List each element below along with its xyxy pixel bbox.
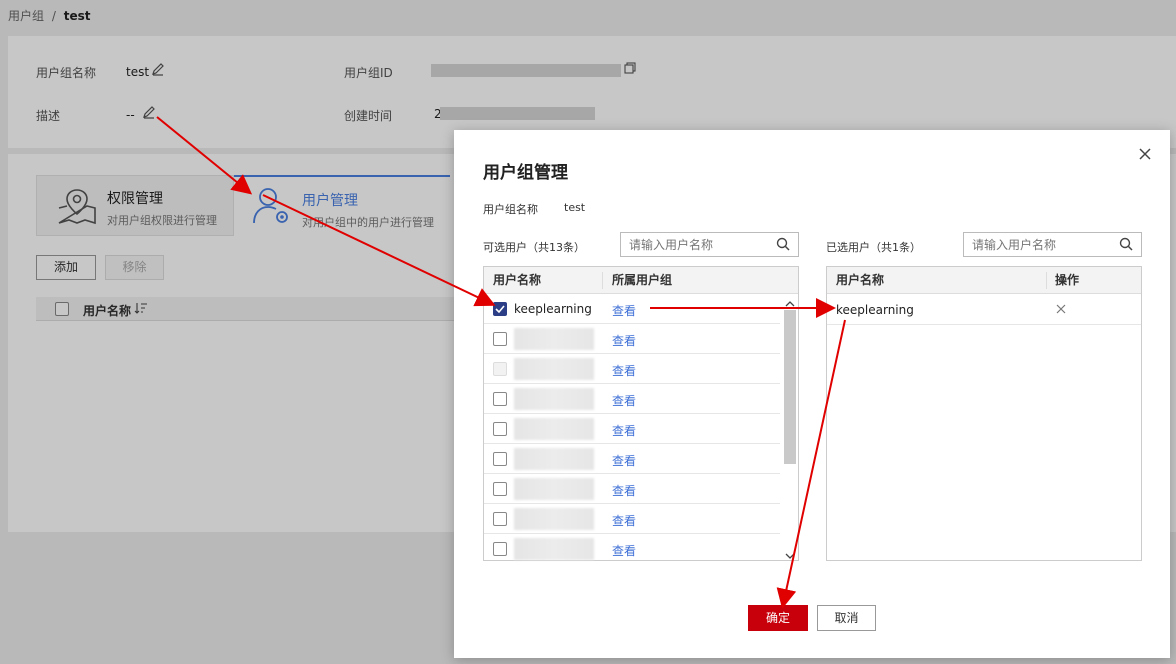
available-username: keeplearning xyxy=(514,302,592,316)
available-users-label: 可选用户（共13条） xyxy=(483,241,585,254)
row-checkbox[interactable] xyxy=(493,482,507,496)
available-username-redacted xyxy=(514,388,594,410)
search-icon[interactable] xyxy=(776,237,790,251)
available-row[interactable]: 查看 xyxy=(484,534,780,560)
available-username-redacted xyxy=(514,478,594,500)
available-username-redacted xyxy=(514,418,594,440)
selected-row: keeplearning xyxy=(827,294,1141,325)
dialog-group-label: 用户组名称 xyxy=(483,203,538,216)
view-groups-link[interactable]: 查看 xyxy=(612,482,636,499)
available-username-redacted xyxy=(514,328,594,350)
available-search[interactable] xyxy=(620,232,799,257)
row-checkbox[interactable] xyxy=(493,512,507,526)
view-groups-link[interactable]: 查看 xyxy=(612,422,636,439)
available-row[interactable]: 查看 xyxy=(484,474,780,504)
col-selected-action: 操作 xyxy=(1055,273,1080,287)
confirm-button[interactable]: 确定 xyxy=(748,605,808,631)
available-row[interactable]: 查看 xyxy=(484,504,780,534)
available-row[interactable]: 查看 xyxy=(484,414,780,444)
available-username-redacted xyxy=(514,448,594,470)
col-selected-username: 用户名称 xyxy=(836,273,885,287)
available-table-header: 用户名称 所属用户组 xyxy=(484,267,798,294)
row-checkbox-disabled xyxy=(493,362,507,376)
selected-search[interactable] xyxy=(963,232,1142,257)
available-row[interactable]: 查看 xyxy=(484,444,780,474)
search-icon[interactable] xyxy=(1119,237,1133,251)
view-groups-link[interactable]: 查看 xyxy=(612,302,636,319)
view-groups-link[interactable]: 查看 xyxy=(612,332,636,349)
selected-users-label: 已选用户（共1条） xyxy=(826,241,921,254)
scrollbar-thumb[interactable] xyxy=(784,310,796,464)
scroll-up-icon[interactable] xyxy=(785,297,795,311)
row-checkbox[interactable] xyxy=(493,452,507,466)
col-available-username: 用户名称 xyxy=(493,273,542,287)
available-row[interactable]: 查看 xyxy=(484,384,780,414)
available-row[interactable]: 查看 xyxy=(484,354,780,384)
row-checkbox[interactable] xyxy=(493,392,507,406)
dialog-title: 用户组管理 xyxy=(483,163,568,183)
row-checkbox[interactable] xyxy=(493,542,507,556)
view-groups-link[interactable]: 查看 xyxy=(612,362,636,379)
selected-table-header: 用户名称 操作 xyxy=(827,267,1141,294)
user-group-dialog: 用户组管理 用户组名称 test 可选用户（共13条） 用户名称 所属用户组 k… xyxy=(454,130,1170,658)
available-users-panel: 用户名称 所属用户组 keeplearning 查看 查看 查看 查看 查看 查… xyxy=(483,266,799,561)
available-search-input[interactable] xyxy=(629,234,769,255)
selected-username: keeplearning xyxy=(836,303,914,317)
selected-search-input[interactable] xyxy=(972,234,1112,255)
cancel-button[interactable]: 取消 xyxy=(817,605,876,631)
available-username-redacted xyxy=(514,358,594,380)
checkbox-checked[interactable] xyxy=(493,302,507,316)
row-checkbox[interactable] xyxy=(493,332,507,346)
remove-x-icon[interactable] xyxy=(1056,303,1066,317)
available-username-redacted xyxy=(514,538,594,560)
view-groups-link[interactable]: 查看 xyxy=(612,512,636,529)
dialog-group-value: test xyxy=(564,201,586,214)
col-available-groups: 所属用户组 xyxy=(612,273,673,287)
scroll-down-icon[interactable] xyxy=(785,549,795,563)
selected-users-panel: 用户名称 操作 keeplearning xyxy=(826,266,1142,561)
view-groups-link[interactable]: 查看 xyxy=(612,392,636,409)
available-username-redacted xyxy=(514,508,594,530)
view-groups-link[interactable]: 查看 xyxy=(612,542,636,559)
available-row[interactable]: keeplearning 查看 xyxy=(484,294,780,324)
header-divider xyxy=(1046,272,1047,289)
available-row[interactable]: 查看 xyxy=(484,324,780,354)
close-icon[interactable] xyxy=(1139,144,1151,165)
view-groups-link[interactable]: 查看 xyxy=(612,452,636,469)
header-divider xyxy=(602,272,603,289)
row-checkbox[interactable] xyxy=(493,422,507,436)
